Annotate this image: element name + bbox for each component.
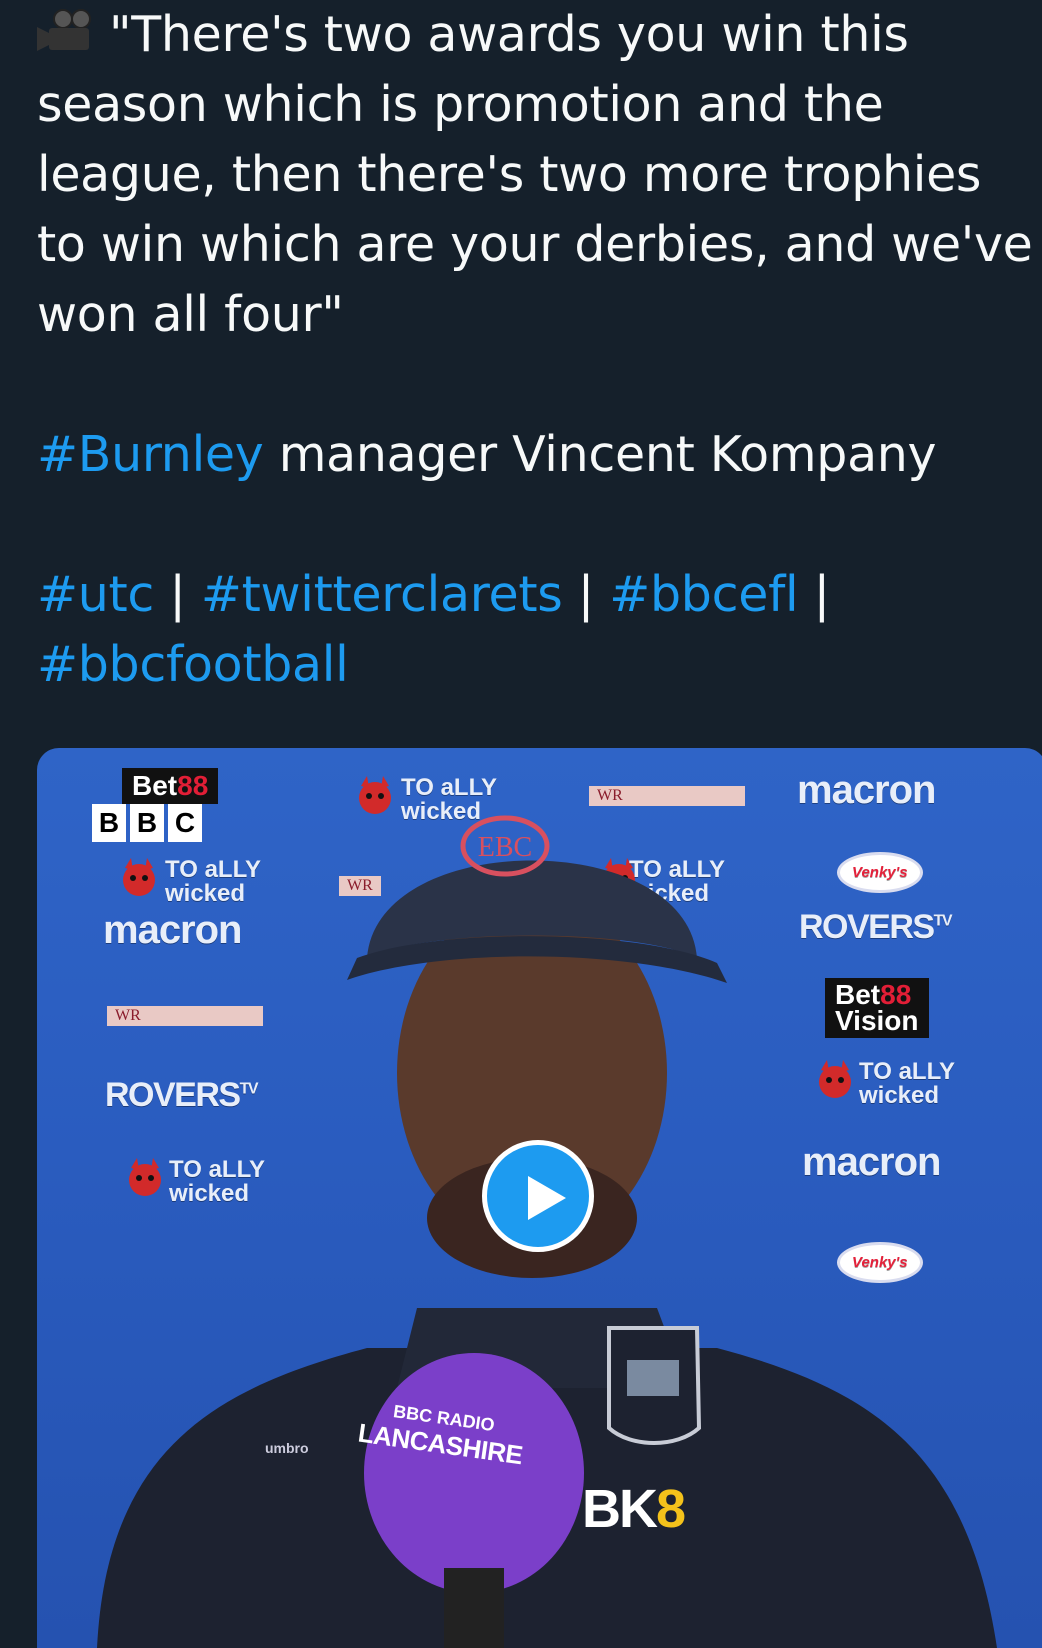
hashtag-separator: |	[154, 566, 201, 623]
hashtag-twitterclarets[interactable]: #twitterclarets	[201, 566, 563, 623]
bk8-logo: BK8	[582, 1479, 686, 1539]
svg-text:EBC: EBC	[478, 832, 532, 863]
video-thumbnail[interactable]: Bet88 BBC TO aLLY wicked TO aLLY wicked WR…	[37, 748, 1042, 1648]
quote-text: "There's two awards you win this season …	[37, 6, 1033, 343]
tweet-hashtags: #utc | #twitterclarets | #bbcefl | #bbcfo…	[37, 560, 1037, 700]
hashtag-separator: |	[798, 566, 831, 623]
tweet-attribution: #Burnley manager Vincent Kompany	[37, 420, 1037, 490]
umbro-logo: umbro	[265, 1440, 309, 1456]
hashtag-bbcefl[interactable]: #bbcefl	[609, 566, 798, 623]
movie-camera-icon	[37, 9, 91, 51]
tweet-text: "There's two awards you win this season …	[37, 0, 1037, 700]
hashtag-utc[interactable]: #utc	[37, 566, 154, 623]
hashtag-bbcfootball[interactable]: #bbcfootball	[37, 636, 349, 693]
tweet-quote: "There's two awards you win this season …	[37, 0, 1037, 350]
play-button[interactable]	[482, 1140, 594, 1252]
hashtag-separator: |	[562, 566, 610, 623]
hashtag-burnley[interactable]: #Burnley	[37, 426, 264, 483]
attribution-text: manager Vincent Kompany	[263, 426, 937, 483]
